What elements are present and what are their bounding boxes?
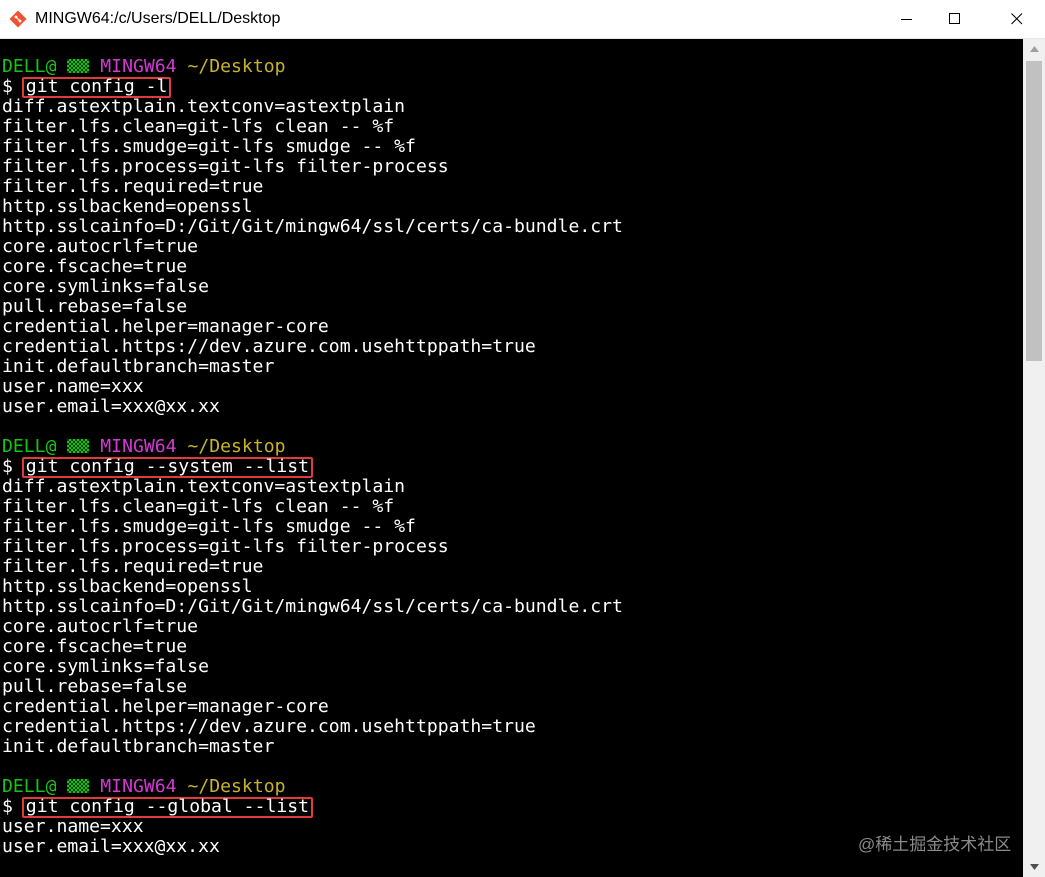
output-line: user.name=xxx (2, 816, 144, 837)
window-title: MINGW64:/c/Users/DELL/Desktop (35, 10, 281, 27)
prompt-host: MINGW64 (100, 436, 177, 457)
close-button[interactable] (994, 0, 1040, 38)
output-line: core.symlinks=false (2, 656, 209, 677)
output-line: user.email=xxx@xx.xx (2, 836, 220, 857)
prompt-user: DELL@ (2, 436, 57, 457)
scroll-thumb[interactable] (1026, 61, 1042, 361)
command-text: git config --system --list (21, 457, 314, 478)
prompt-symbol: $ (2, 76, 24, 97)
command-text: git config -l (21, 77, 172, 98)
output-line: filter.lfs.process=git-lfs filter-proces… (2, 536, 449, 557)
output-line: user.email=xxx@xx.xx (2, 396, 220, 417)
output-line: diff.astextplain.textconv=astextplain (2, 476, 406, 497)
output-line: http.sslcainfo=D:/Git/Git/mingw64/ssl/ce… (2, 216, 623, 237)
prompt-path: ~/Desktop (187, 56, 286, 77)
output-line: init.defaultbranch=master (2, 356, 275, 377)
prompt-host-blocks (67, 439, 90, 453)
window-titlebar[interactable]: MINGW64:/c/Users/DELL/Desktop (0, 0, 1045, 39)
prompt-host-blocks (67, 59, 90, 73)
output-line: http.sslcainfo=D:/Git/Git/mingw64/ssl/ce… (2, 596, 623, 617)
output-line: filter.lfs.required=true (2, 556, 264, 577)
minimize-icon (901, 19, 912, 20)
terminal-area[interactable]: DELL@ MINGW64 ~/Desktop $ git config -l di… (0, 39, 1023, 877)
output-line: http.sslbackend=openssl (2, 196, 253, 217)
output-line: pull.rebase=false (2, 676, 188, 697)
prompt-line: DELL@ MINGW64 ~/Desktop (2, 57, 623, 77)
prompt-symbol: $ (2, 456, 24, 477)
output-line: core.fscache=true (2, 256, 188, 277)
output-line: credential.helper=manager-core (2, 696, 329, 717)
prompt-path: ~/Desktop (187, 436, 286, 457)
output-line: core.fscache=true (2, 636, 188, 657)
chevron-down-icon (1029, 864, 1039, 870)
scroll-down-button[interactable] (1023, 857, 1045, 877)
output-line: pull.rebase=false (2, 296, 188, 317)
prompt-user: DELL@ (2, 776, 57, 797)
prompt-path: ~/Desktop (187, 776, 286, 797)
close-icon (1011, 13, 1023, 25)
output-line: core.autocrlf=true (2, 616, 199, 637)
scroll-up-button[interactable] (1023, 39, 1045, 59)
output-line: filter.lfs.required=true (2, 176, 264, 197)
command-line: $ git config --global --list (2, 796, 623, 818)
minimize-button[interactable] (884, 0, 930, 38)
maximize-button[interactable] (932, 0, 978, 38)
output-line: filter.lfs.smudge=git-lfs smudge -- %f (2, 136, 416, 157)
command-text: git config --global --list (21, 797, 314, 818)
vertical-scrollbar[interactable] (1023, 39, 1045, 877)
git-bash-icon (9, 10, 27, 28)
output-line: init.defaultbranch=master (2, 736, 275, 757)
prompt-line: DELL@ MINGW64 ~/Desktop (2, 437, 623, 457)
output-line: credential.https://dev.azure.com.usehttp… (2, 336, 536, 357)
output-line: diff.astextplain.textconv=astextplain (2, 96, 406, 117)
prompt-symbol: $ (2, 796, 24, 817)
prompt-line: DELL@ MINGW64 ~/Desktop (2, 777, 623, 797)
watermark: @稀土掘金技术社区 (858, 835, 1012, 854)
prompt-user: DELL@ (2, 56, 57, 77)
output-line: user.name=xxx (2, 376, 144, 397)
command-line: $ git config -l (2, 76, 623, 98)
output-line: credential.https://dev.azure.com.usehttp… (2, 716, 536, 737)
prompt-host: MINGW64 (100, 776, 177, 797)
output-line: filter.lfs.clean=git-lfs clean -- %f (2, 116, 395, 137)
output-line: core.autocrlf=true (2, 236, 199, 257)
output-line: http.sslbackend=openssl (2, 576, 253, 597)
prompt-host-blocks (67, 779, 90, 793)
output-line: core.symlinks=false (2, 276, 209, 297)
output-line: filter.lfs.smudge=git-lfs smudge -- %f (2, 516, 416, 537)
output-line: filter.lfs.process=git-lfs filter-proces… (2, 156, 449, 177)
maximize-icon (949, 13, 960, 24)
output-line: credential.helper=manager-core (2, 316, 329, 337)
terminal-output: DELL@ MINGW64 ~/Desktop $ git config -l di… (2, 57, 623, 857)
prompt-host: MINGW64 (100, 56, 177, 77)
output-line: filter.lfs.clean=git-lfs clean -- %f (2, 496, 395, 517)
command-line: $ git config --system --list (2, 456, 623, 478)
chevron-up-icon (1029, 46, 1039, 52)
